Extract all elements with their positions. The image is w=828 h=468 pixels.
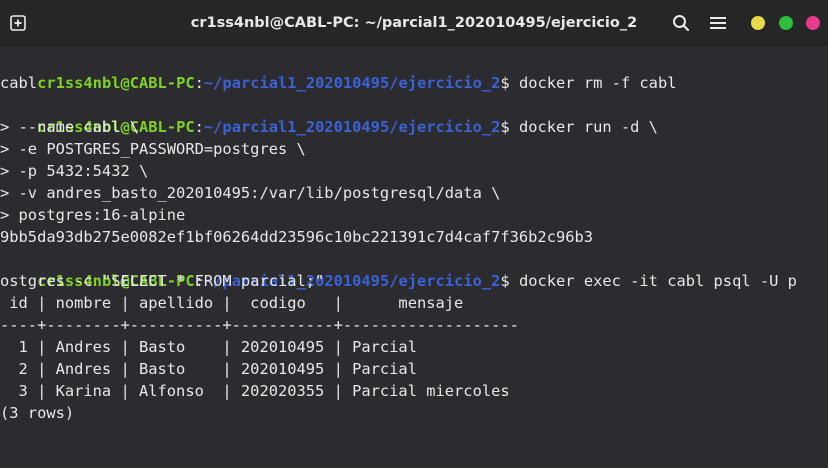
continuation-line: > --name cabl \ <box>0 118 139 136</box>
container-id-output: 9bb5da93db275e0082ef1bf06264dd23596c10bc… <box>0 228 594 246</box>
close-button[interactable] <box>806 16 820 30</box>
command-text: docker run -d \ <box>509 118 658 136</box>
minimize-button[interactable] <box>751 16 765 30</box>
continuation-line: > postgres:16-alpine <box>0 206 186 224</box>
terminal-line: cr1ss4nbl@CABL-PC:~/parcial1_202010495/e… <box>0 94 658 136</box>
command-text: docker rm -f cabl <box>509 74 677 92</box>
maximize-button[interactable] <box>779 16 793 30</box>
continuation-line: > -v andres_basto_202010495:/var/lib/pos… <box>0 184 501 202</box>
terminal-line[interactable]: cr1ss4nbl@CABL-PC:~/parcial1_202010495/e… <box>0 446 510 468</box>
search-button[interactable] <box>671 13 691 33</box>
continuation-line: > -e POSTGRES_PASSWORD=postgres \ <box>0 140 306 158</box>
command-wrap-line: ostgres -c "SELECT * FROM parcial;" <box>0 272 325 290</box>
command-text: docker exec -it cabl psql -U p <box>509 272 797 290</box>
window-titlebar: cr1ss4nbl@CABL-PC: ~/parcial1_202010495/… <box>0 0 828 46</box>
window-title: cr1ss4nbl@CABL-PC: ~/parcial1_202010495/… <box>190 15 638 31</box>
prompt-path: ~/parcial1_202010495/ejercicio_2 <box>203 74 501 92</box>
table-row: 1 | Andres | Basto | 202010495 | Parcial <box>0 338 417 356</box>
output-line: cabl <box>0 74 38 92</box>
continuation-line: > -p 5432:5432 \ <box>0 162 149 180</box>
prompt-colon: : <box>194 74 204 92</box>
table-separator: ----+--------+----------+-----------+---… <box>0 316 519 334</box>
menu-button[interactable] <box>708 13 728 33</box>
prompt-path: ~/parcial1_202010495/ejercicio_2 <box>203 118 501 136</box>
terminal-output[interactable]: cr1ss4nbl@CABL-PC:~/parcial1_202010495/e… <box>0 46 828 468</box>
prompt-colon: : <box>194 118 204 136</box>
prompt-dollar: $ <box>500 272 510 290</box>
terminal-line: cr1ss4nbl@CABL-PC:~/parcial1_202010495/e… <box>0 50 676 92</box>
prompt-dollar: $ <box>500 118 510 136</box>
terminal-line: cr1ss4nbl@CABL-PC:~/parcial1_202010495/e… <box>0 248 797 290</box>
search-icon <box>673 15 690 32</box>
row-count: (3 rows) <box>0 404 75 422</box>
table-row: 2 | Andres | Basto | 202010495 | Parcial <box>0 360 417 378</box>
hamburger-menu-icon <box>710 17 726 29</box>
prompt-user: cr1ss4nbl@CABL-PC <box>37 74 195 92</box>
table-row: 3 | Karina | Alfonso | 202020355 | Parci… <box>0 382 510 400</box>
table-header: id | nombre | apellido | codigo | mensaj… <box>0 294 464 312</box>
prompt-dollar: $ <box>500 74 510 92</box>
